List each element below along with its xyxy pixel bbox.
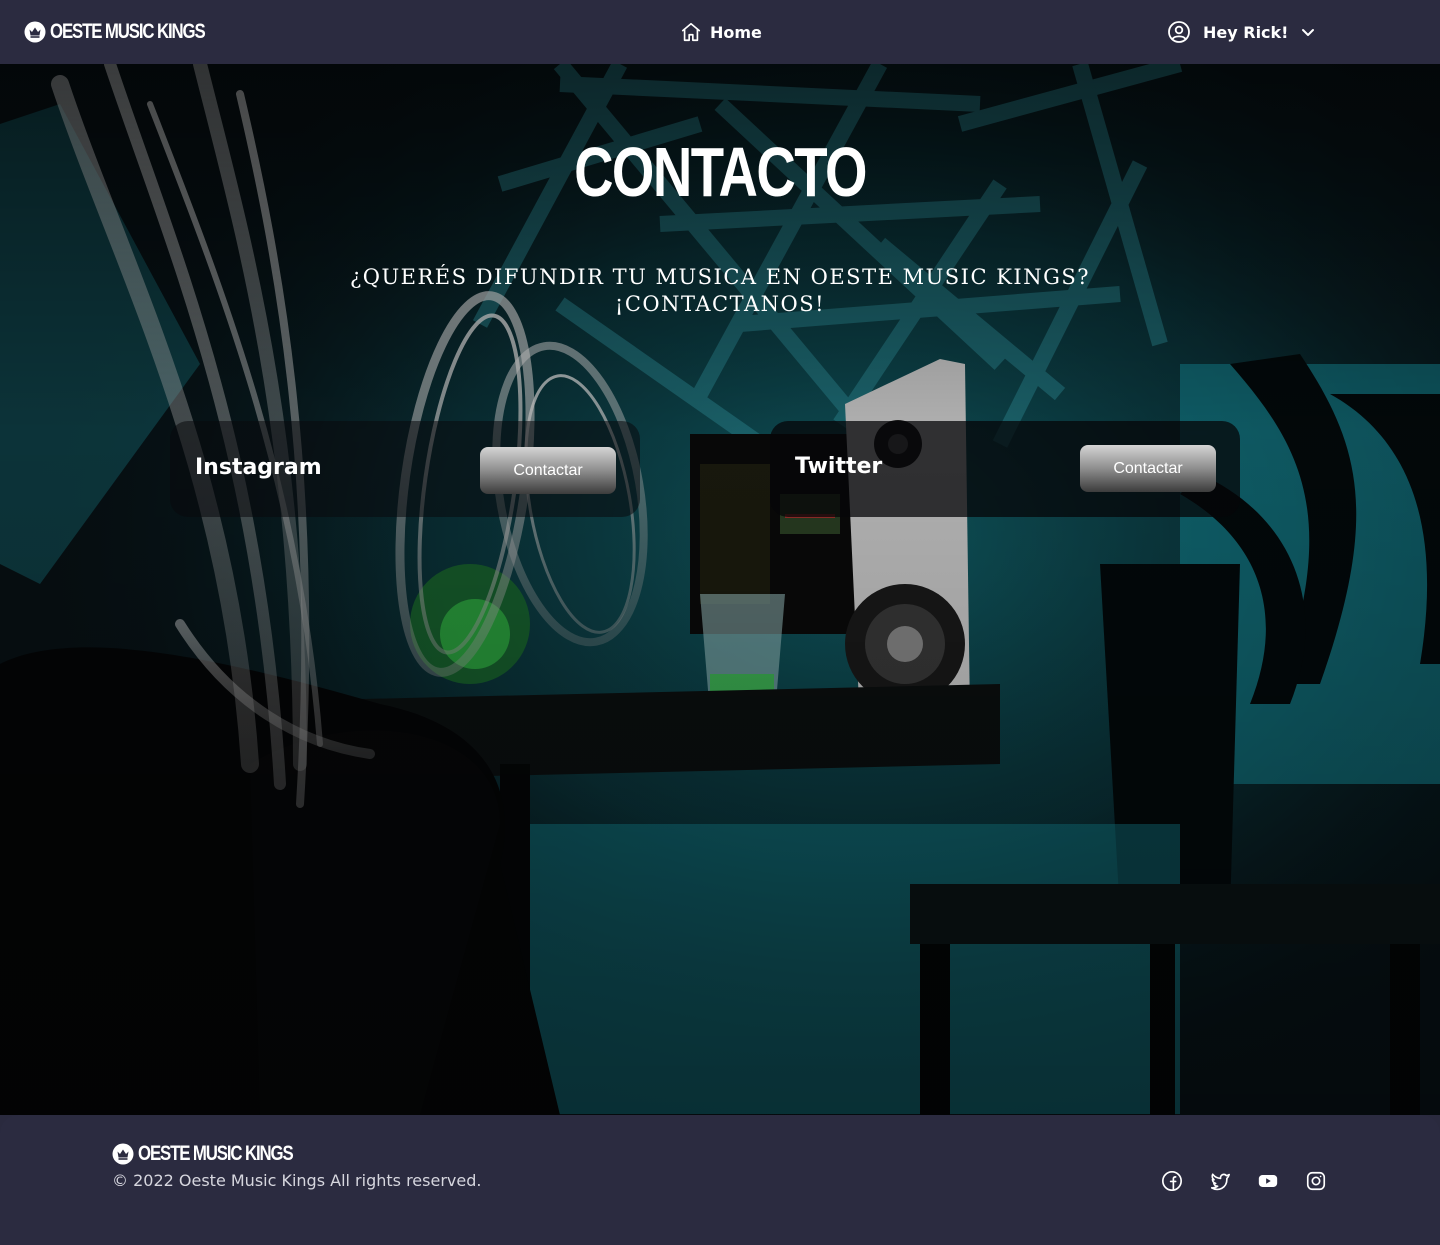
user-greeting: Hey Rick! [1203, 22, 1289, 42]
studio-background-image [0, 64, 1440, 1115]
instagram-icon [1306, 1171, 1326, 1191]
subtitle-line-2: ¡Contactanos! [614, 292, 826, 316]
card-title-twitter: Twitter [795, 454, 883, 479]
youtube-link[interactable] [1256, 1169, 1280, 1193]
card-title-instagram: Instagram [195, 455, 322, 480]
facebook-link[interactable] [1160, 1169, 1184, 1193]
contact-card-instagram: Instagram Contactar [170, 421, 640, 517]
facebook-icon [1162, 1171, 1182, 1191]
footer-brand-name: OESTE MUSIC KINGS [138, 1142, 294, 1165]
footer-brand-logo[interactable]: OESTE MUSIC KINGS [112, 1140, 331, 1168]
nav-home-label: Home [710, 22, 762, 42]
user-circle-icon [1168, 21, 1190, 43]
site-footer: OESTE MUSIC KINGS © 2022 Oeste Music Kin… [0, 1115, 1440, 1245]
contact-button-twitter[interactable]: Contactar [1080, 445, 1216, 492]
page-subtitle: ¿Querés difundir tu musica en Oeste Musi… [300, 264, 1140, 318]
subtitle-line-1: ¿Querés difundir tu musica en Oeste Musi… [349, 265, 1090, 289]
user-menu[interactable]: Hey Rick! [1167, 18, 1316, 46]
brand-logo[interactable]: OESTE MUSIC KINGS [24, 18, 243, 46]
instagram-link[interactable] [1304, 1169, 1328, 1193]
page-title: CONTACTO [574, 133, 867, 211]
nav-home-link[interactable]: Home [680, 18, 762, 46]
chevron-down-icon[interactable] [1300, 24, 1316, 40]
brand-name: OESTE MUSIC KINGS [50, 20, 206, 43]
crown-icon [24, 21, 46, 43]
youtube-icon [1258, 1175, 1278, 1187]
twitter-icon [1210, 1173, 1230, 1191]
copyright-text: © 2022 Oeste Music Kings All rights rese… [112, 1171, 482, 1190]
twitter-link[interactable] [1208, 1169, 1232, 1193]
crown-icon [112, 1143, 134, 1165]
contact-button-instagram[interactable]: Contactar [480, 447, 616, 494]
social-links [1160, 1169, 1328, 1193]
contact-card-twitter: Twitter Contactar [770, 421, 1240, 517]
hero-section: CONTACTO ¿Querés difundir tu musica en O… [0, 64, 1440, 1115]
top-navbar: OESTE MUSIC KINGS Home Hey Rick! [0, 0, 1440, 64]
home-icon [681, 22, 701, 42]
